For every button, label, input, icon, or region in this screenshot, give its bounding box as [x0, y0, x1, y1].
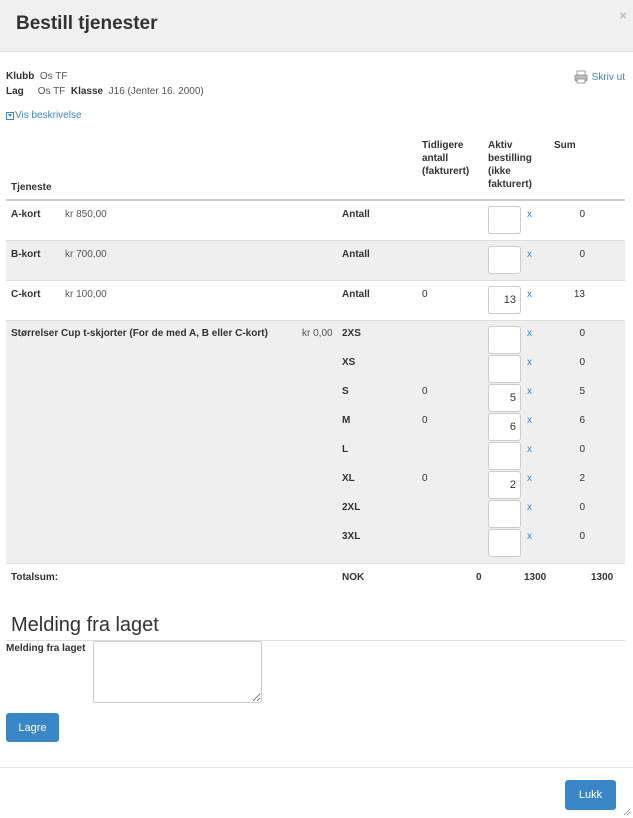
quantity-input[interactable] — [488, 442, 521, 470]
clear-button[interactable]: x — [527, 357, 532, 368]
size-label: S — [342, 386, 349, 397]
previous-count: 0 — [422, 386, 428, 397]
modal-header: Bestill tjenester × — [0, 0, 633, 52]
klasse-label: Klasse — [70, 86, 104, 97]
clear-button[interactable]: x — [527, 249, 532, 260]
message-label: Melding fra laget — [6, 643, 86, 654]
row-sum: 0 — [579, 357, 585, 368]
header-sum: Sum — [554, 140, 576, 151]
service-unit: Antall — [342, 209, 370, 220]
save-button[interactable]: Lagre — [6, 713, 59, 742]
service-price: kr 850,00 — [65, 209, 107, 220]
quantity-input[interactable] — [488, 384, 521, 412]
close-button[interactable]: Lukk — [565, 780, 616, 810]
clear-button[interactable]: x — [527, 531, 532, 542]
printer-icon — [574, 70, 588, 84]
quantity-input[interactable] — [488, 529, 521, 557]
service-name: B-kort — [11, 249, 41, 260]
size-label: 3XL — [342, 531, 361, 542]
expand-icon — [6, 111, 14, 120]
quantity-input[interactable] — [488, 471, 521, 499]
clear-button[interactable]: x — [527, 289, 532, 300]
description-toggle-label: Vis beskrivelse — [15, 110, 82, 121]
klubb-row: Klubb Os TF — [6, 71, 67, 82]
clear-button[interactable]: x — [527, 415, 532, 426]
quantity-input[interactable] — [488, 246, 521, 274]
total-sum: 1300 — [591, 572, 614, 583]
lag-label: Lag — [6, 86, 24, 97]
tshirt-name: Størrelser Cup t-skjorter (For de med A,… — [11, 328, 268, 339]
header-aktiv: Aktiv bestilling (ikke fakturert) — [488, 140, 532, 190]
row-sum: 0 — [579, 209, 585, 220]
close-icon[interactable]: × — [619, 8, 627, 23]
previous-count: 0 — [422, 415, 428, 426]
quantity-input[interactable] — [488, 355, 521, 383]
service-price: kr 700,00 — [65, 249, 107, 260]
quantity-input[interactable] — [488, 286, 521, 314]
service-unit: Antall — [342, 249, 370, 260]
row-sum: 0 — [579, 531, 585, 542]
modal-title: Bestill tjenester — [16, 13, 158, 34]
quantity-input[interactable] — [488, 413, 521, 441]
message-section-title: Melding fra laget — [11, 614, 159, 636]
total-currency: NOK — [342, 572, 365, 583]
print-link[interactable]: Skriv ut — [574, 70, 625, 84]
message-textarea[interactable] — [93, 641, 262, 703]
total-label: Totalsum: — [11, 572, 59, 583]
row-divider — [6, 280, 625, 281]
clear-button[interactable]: x — [527, 328, 532, 339]
clear-button[interactable]: x — [527, 473, 532, 484]
size-label: 2XS — [342, 328, 361, 339]
lag-row: Lag Os TF Klasse J16 (Jenter 16. 2000) — [6, 86, 204, 97]
previous-count: 0 — [422, 473, 428, 484]
quantity-input[interactable] — [488, 500, 521, 528]
total-previous: 0 — [476, 572, 482, 583]
service-name: C-kort — [11, 289, 41, 300]
row-sum: 6 — [579, 415, 585, 426]
klubb-label: Klubb — [6, 71, 35, 82]
service-name: A-kort — [11, 209, 41, 220]
klubb-value: Os TF — [39, 71, 68, 82]
total-active: 1300 — [524, 572, 547, 583]
size-label: L — [342, 444, 349, 455]
service-unit: Antall — [342, 289, 370, 300]
tshirt-price: kr 0,00 — [302, 328, 333, 339]
row-sum: 5 — [579, 386, 585, 397]
service-price: kr 100,00 — [65, 289, 107, 300]
clear-button[interactable]: x — [527, 502, 532, 513]
row-sum: 13 — [573, 289, 585, 300]
clear-button[interactable]: x — [527, 209, 532, 220]
resize-grip-icon[interactable] — [623, 808, 631, 816]
row-background — [6, 321, 625, 563]
row-divider — [6, 563, 625, 564]
footer-divider — [0, 767, 633, 768]
header-divider — [6, 199, 625, 201]
previous-count: 0 — [422, 289, 428, 300]
header-tidligere: Tidligere antall (fakturert) — [422, 140, 470, 177]
description-toggle[interactable]: Vis beskrivelse — [6, 110, 82, 121]
quantity-input[interactable] — [488, 326, 521, 354]
row-sum: 0 — [579, 502, 585, 513]
row-sum: 2 — [579, 473, 585, 484]
size-label: 2XL — [342, 502, 361, 513]
clear-button[interactable]: x — [527, 444, 532, 455]
row-sum: 0 — [579, 328, 585, 339]
quantity-input[interactable] — [488, 206, 521, 234]
size-label: XS — [342, 357, 356, 368]
lag-value: Os TF — [37, 86, 66, 97]
print-label: Skriv ut — [591, 71, 625, 83]
size-label: XL — [342, 473, 355, 484]
header-tjeneste: Tjeneste — [11, 182, 52, 193]
clear-button[interactable]: x — [527, 386, 532, 397]
row-sum: 0 — [579, 249, 585, 260]
klasse-value: J16 (Jenter 16. 2000) — [108, 86, 204, 97]
size-label: M — [342, 415, 351, 426]
row-background — [6, 241, 625, 280]
row-sum: 0 — [579, 444, 585, 455]
